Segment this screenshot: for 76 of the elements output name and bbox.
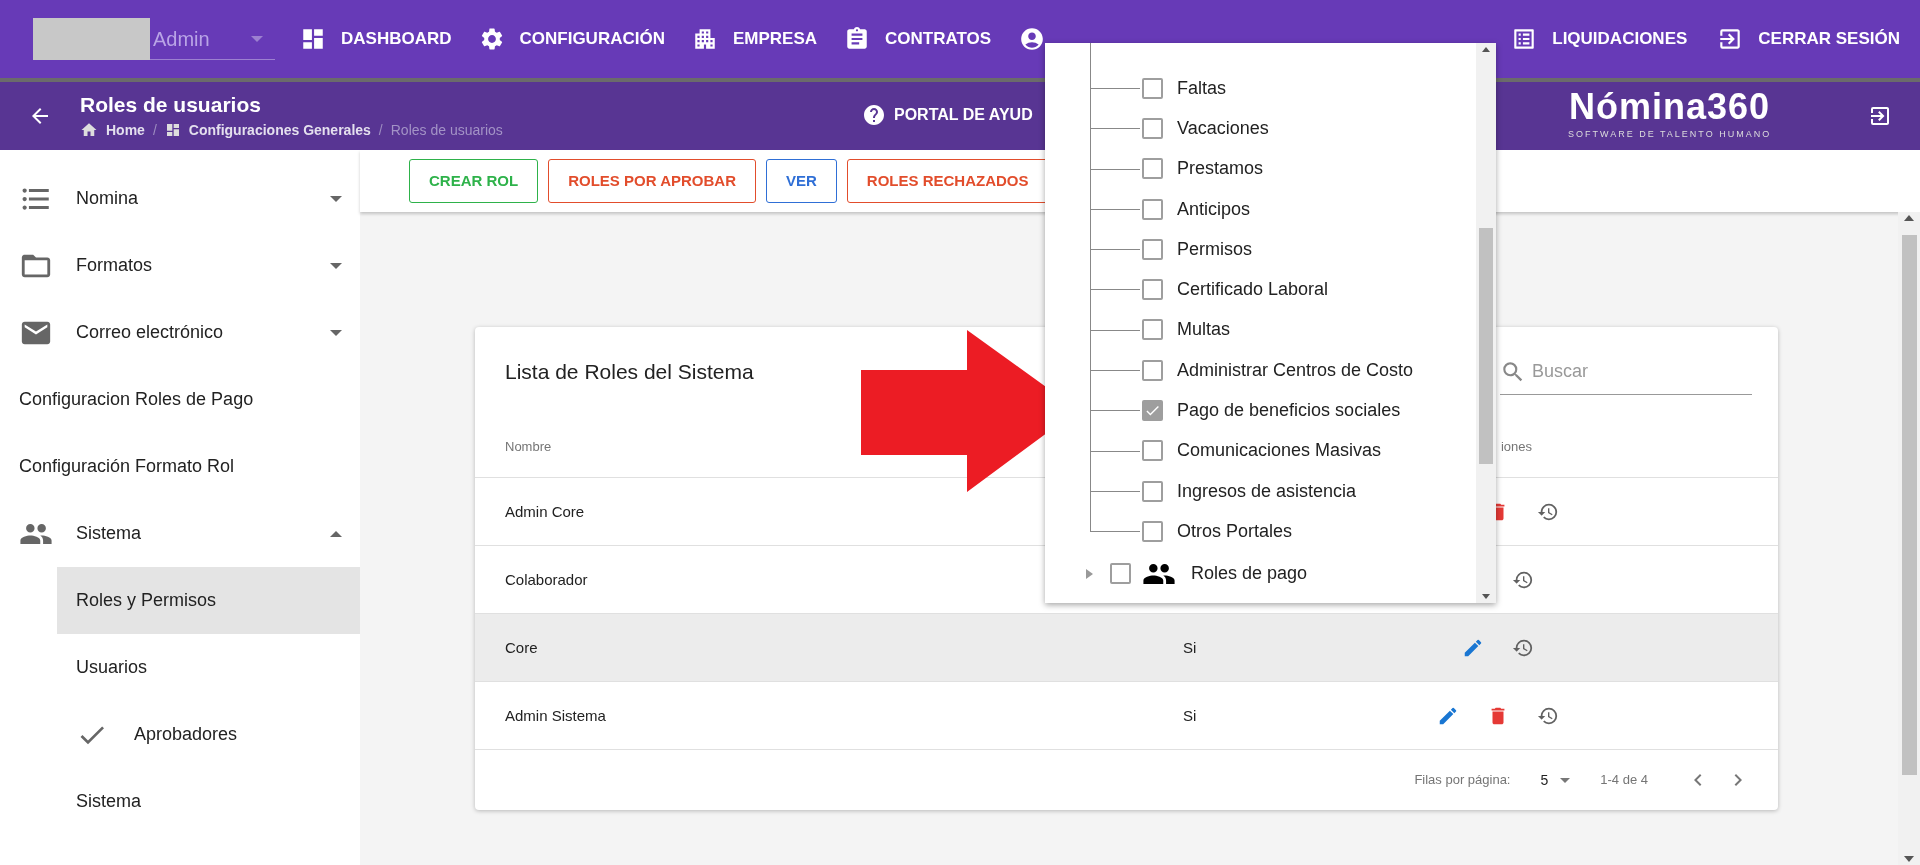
logout-icon[interactable] [1868, 104, 1892, 128]
checkbox[interactable] [1142, 440, 1163, 462]
nav-link[interactable]: CONTRATOS [844, 26, 992, 52]
nav-link[interactable]: CERRAR SESIÓN [1717, 26, 1900, 52]
toolbar-button[interactable]: ROLES POR APROBAR [548, 159, 756, 203]
breadcrumb-link[interactable]: Home [106, 119, 145, 141]
tree-node[interactable]: Otros Portales [1045, 511, 1476, 552]
caret-icon [1560, 777, 1571, 783]
tree-node[interactable]: Administrar Centros de Costo [1045, 350, 1476, 391]
checkbox[interactable] [1142, 319, 1163, 341]
table-cell: Admin Sistema [505, 706, 606, 724]
sidebar-subitem[interactable]: Roles y Permisos [57, 567, 360, 634]
sidebar-item[interactable]: Sistema [0, 500, 360, 567]
tree-node[interactable]: Ingresos de asistencia [1045, 470, 1476, 512]
nav-link[interactable]: DASHBOARD [300, 26, 452, 52]
breadcrumb-separator: / [378, 120, 383, 140]
table-row[interactable]: Core Si [475, 614, 1778, 682]
table-cell: Si [1183, 638, 1197, 656]
checkbox[interactable] [1142, 198, 1163, 220]
user-name: Admin [153, 26, 210, 52]
toolbar-button[interactable]: VER [765, 159, 837, 203]
sidebar-item[interactable]: Formatos [0, 232, 360, 299]
nav-link[interactable]: EMPRESA [691, 26, 818, 52]
table-cell: Admin Core [505, 502, 585, 520]
sidebar-subitem[interactable]: Aprobadores [57, 701, 360, 768]
home-icon [80, 121, 98, 139]
column-header: Nombre [505, 439, 552, 455]
sidebar-item[interactable]: Correo electrónico [0, 299, 360, 366]
checkbox[interactable] [1142, 480, 1163, 502]
checkbox[interactable] [1110, 563, 1131, 585]
sidebar-item[interactable]: Configuración Formato Rol [0, 433, 360, 500]
checkbox[interactable] [1142, 117, 1163, 139]
tree-node[interactable]: Vacaciones [1045, 108, 1476, 149]
table-row[interactable]: Admin Sistema Si [475, 682, 1778, 750]
tree-node[interactable]: Certificado Laboral [1045, 269, 1476, 310]
card-title: Lista de Roles del Sistema [505, 359, 754, 386]
column-header: iones [1500, 439, 1532, 455]
expand-icon[interactable] [1086, 568, 1093, 579]
breadcrumb-link[interactable]: Configuraciones Generales [188, 119, 371, 141]
nav-link[interactable]: LIQUIDACIONES [1511, 26, 1688, 52]
tree-node[interactable]: Roles de pago [1045, 553, 1476, 594]
tree-node[interactable]: Comunicaciones Masivas [1045, 430, 1476, 471]
logo-tagline: SOFTWARE DE TALENTO HUMANO [1568, 128, 1772, 141]
sidebar-subitem[interactable]: Usuarios [57, 634, 360, 701]
breadcrumb-separator: / [152, 120, 157, 140]
page-title: Roles de usuarios [80, 91, 262, 118]
nav-link[interactable]: CONFIGURACIÓN [478, 26, 665, 52]
caret-icon [251, 35, 263, 42]
tree-node[interactable]: Multas [1045, 309, 1476, 351]
tree-node[interactable]: Permisos [1045, 229, 1476, 270]
sidebar-item[interactable]: Configuracion Roles de Pago [0, 366, 360, 433]
table-cell: Core [505, 638, 538, 656]
dashboard-icon [164, 122, 181, 138]
sidebar-subitem[interactable]: Sistema [57, 768, 360, 835]
table-cell: Si [1183, 706, 1197, 724]
tree-node[interactable]: Pago de beneficios sociales [1045, 390, 1476, 431]
checkbox[interactable] [1142, 77, 1163, 99]
checkbox[interactable] [1142, 238, 1163, 260]
rows-per-page-label: Filas por página: [1414, 771, 1511, 790]
checkbox[interactable] [1142, 400, 1163, 421]
logo: Nómina360 [1569, 86, 1771, 128]
dashboard-icon [300, 26, 326, 52]
dropdown-scrollbar[interactable] [1476, 43, 1496, 603]
checkbox[interactable] [1142, 158, 1163, 180]
tree-node[interactable]: Faltas [1045, 68, 1476, 109]
page-range: 1-4 de 4 [1600, 771, 1648, 790]
sidebar-item[interactable]: Nomina [0, 165, 360, 232]
help-link[interactable]: PORTAL DE AYUD [862, 103, 1033, 127]
checkbox[interactable] [1142, 520, 1163, 542]
scrollbar-thumb[interactable] [1901, 235, 1917, 775]
checkbox[interactable] [1142, 279, 1163, 301]
scrollbar-thumb[interactable] [1479, 228, 1493, 464]
rows-per-page-select[interactable]: 5 [1540, 769, 1571, 791]
table-cell: Colaborador [505, 570, 588, 588]
help-icon [862, 103, 886, 127]
checkbox[interactable] [1142, 359, 1163, 381]
